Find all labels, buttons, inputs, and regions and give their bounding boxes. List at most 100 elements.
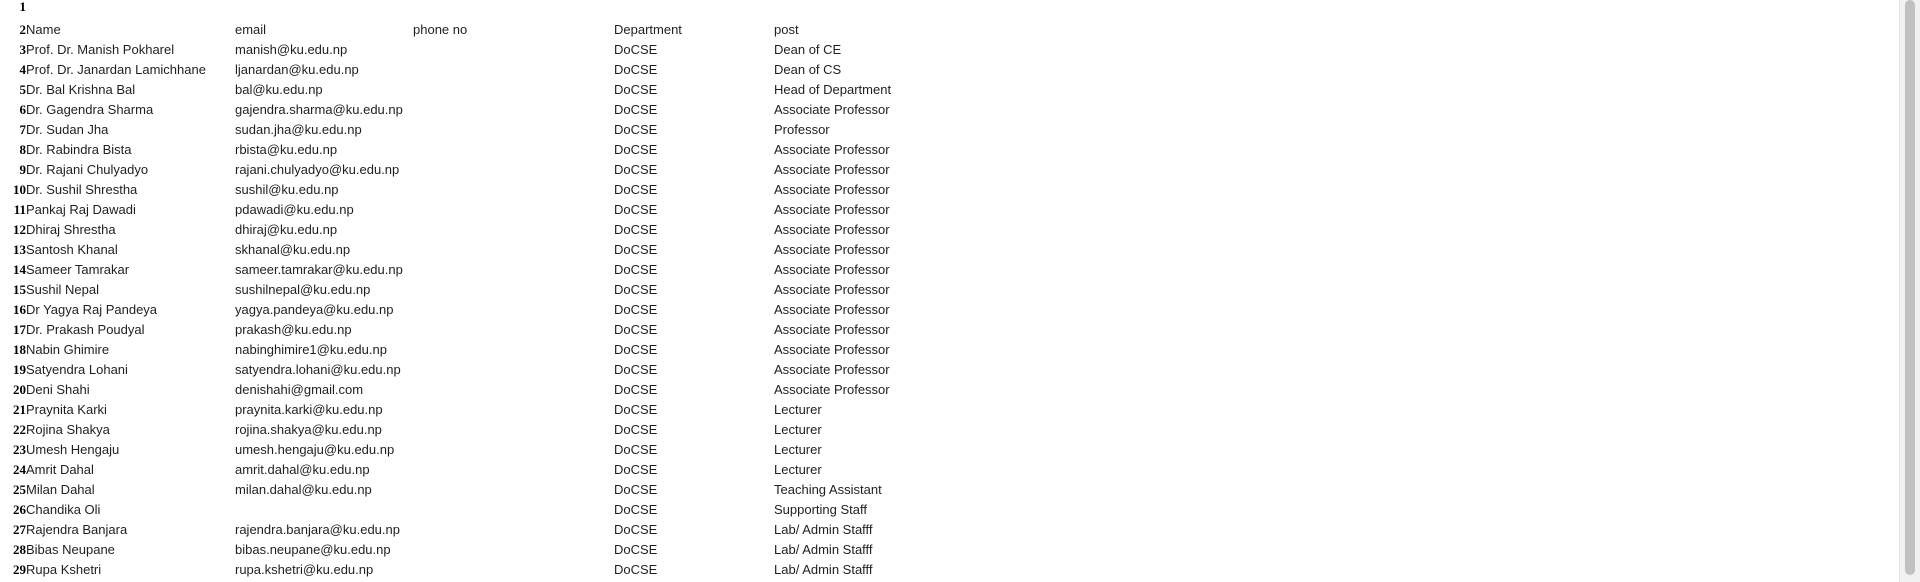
cell-department[interactable]: DoCSE [614, 320, 774, 340]
cell-phone[interactable] [413, 340, 614, 360]
cell-name[interactable]: Dr. Bal Krishna Bal [26, 80, 235, 100]
cell-post[interactable]: Associate Professor [774, 340, 1034, 360]
cell-post[interactable]: Associate Professor [774, 260, 1034, 280]
cell-department[interactable]: DoCSE [614, 520, 774, 540]
cell-department[interactable]: DoCSE [614, 500, 774, 520]
cell-post[interactable]: Associate Professor [774, 200, 1034, 220]
cell-post[interactable]: Associate Professor [774, 220, 1034, 240]
cell-post[interactable]: Dean of CE [774, 40, 1034, 60]
cell-post[interactable]: Lecturer [774, 460, 1034, 480]
cell-email[interactable] [235, 500, 413, 520]
cell-email[interactable]: umesh.hengaju@ku.edu.np [235, 440, 413, 460]
cell-phone[interactable] [413, 200, 614, 220]
cell-phone[interactable] [413, 100, 614, 120]
cell-email[interactable]: rajendra.banjara@ku.edu.np [235, 520, 413, 540]
cell-post[interactable]: Head of Department [774, 80, 1034, 100]
cell-department[interactable]: DoCSE [614, 380, 774, 400]
cell-phone[interactable] [413, 120, 614, 140]
cell-email[interactable]: dhiraj@ku.edu.np [235, 220, 413, 240]
cell-email[interactable]: yagya.pandeya@ku.edu.np [235, 300, 413, 320]
cell-email[interactable]: nabinghimire1@ku.edu.np [235, 340, 413, 360]
cell-post[interactable]: Associate Professor [774, 380, 1034, 400]
cell-email[interactable]: skhanal@ku.edu.np [235, 240, 413, 260]
cell-post[interactable]: Associate Professor [774, 140, 1034, 160]
cell-name[interactable]: Deni Shahi [26, 380, 235, 400]
cell-name[interactable]: Prof. Dr. Manish Pokharel [26, 40, 235, 60]
cell-name[interactable]: Bibas Neupane [26, 540, 235, 560]
cell-post[interactable]: Associate Professor [774, 180, 1034, 200]
cell-name[interactable]: Dr. Rajani Chulyadyo [26, 160, 235, 180]
cell-phone[interactable] [413, 500, 614, 520]
cell-phone[interactable] [413, 420, 614, 440]
cell-email[interactable]: praynita.karki@ku.edu.np [235, 400, 413, 420]
cell-email[interactable]: rajani.chulyadyo@ku.edu.np [235, 160, 413, 180]
cell-post[interactable]: Lab/ Admin Stafff [774, 540, 1034, 560]
vertical-scrollbar[interactable] [1899, 0, 1920, 582]
cell-phone[interactable] [413, 360, 614, 380]
cell-post[interactable]: Dean of CS [774, 60, 1034, 80]
cell-name[interactable]: Prof. Dr. Janardan Lamichhane [26, 60, 235, 80]
header-email[interactable]: email [235, 20, 413, 40]
cell-phone[interactable] [413, 180, 614, 200]
cell-name[interactable]: Milan Dahal [26, 480, 235, 500]
cell-email[interactable]: rbista@ku.edu.np [235, 140, 413, 160]
header-phone[interactable]: phone no [413, 20, 614, 40]
cell-name[interactable]: Chandika Oli [26, 500, 235, 520]
cell-name[interactable]: Rojina Shakya [26, 420, 235, 440]
cell-email[interactable]: rojina.shakya@ku.edu.np [235, 420, 413, 440]
cell-name[interactable]: Satyendra Lohani [26, 360, 235, 380]
cell-post[interactable]: Associate Professor [774, 100, 1034, 120]
cell-email[interactable]: prakash@ku.edu.np [235, 320, 413, 340]
cell-phone[interactable] [413, 220, 614, 240]
cell-post[interactable]: Lecturer [774, 440, 1034, 460]
cell-department[interactable]: DoCSE [614, 400, 774, 420]
cell-department[interactable]: DoCSE [614, 120, 774, 140]
cell-name[interactable]: Santosh Khanal [26, 240, 235, 260]
cell-department[interactable]: DoCSE [614, 160, 774, 180]
cell-name[interactable]: Rupa Kshetri [26, 560, 235, 580]
cell-department[interactable]: DoCSE [614, 560, 774, 580]
cell-department[interactable]: DoCSE [614, 440, 774, 460]
cell-department[interactable]: DoCSE [614, 300, 774, 320]
cell-name[interactable]: Dhiraj Shrestha [26, 220, 235, 240]
cell-name[interactable]: Dr. Sushil Shrestha [26, 180, 235, 200]
cell-post[interactable]: Associate Professor [774, 240, 1034, 260]
cell[interactable] [26, 0, 235, 20]
cell-department[interactable]: DoCSE [614, 100, 774, 120]
cell-email[interactable]: ljanardan@ku.edu.np [235, 60, 413, 80]
cell-email[interactable]: satyendra.lohani@ku.edu.np [235, 360, 413, 380]
cell-name[interactable]: Rajendra Banjara [26, 520, 235, 540]
cell-post[interactable]: Teaching Assistant [774, 480, 1034, 500]
cell-phone[interactable] [413, 480, 614, 500]
cell-department[interactable]: DoCSE [614, 360, 774, 380]
cell-email[interactable]: sushilnepal@ku.edu.np [235, 280, 413, 300]
cell-phone[interactable] [413, 60, 614, 80]
cell-email[interactable]: pdawadi@ku.edu.np [235, 200, 413, 220]
cell-phone[interactable] [413, 80, 614, 100]
cell-phone[interactable] [413, 320, 614, 340]
cell-post[interactable]: Associate Professor [774, 360, 1034, 380]
header-department[interactable]: Department [614, 20, 774, 40]
cell-email[interactable]: amrit.dahal@ku.edu.np [235, 460, 413, 480]
cell-post[interactable]: Lecturer [774, 400, 1034, 420]
cell-email[interactable]: sudan.jha@ku.edu.np [235, 120, 413, 140]
cell-name[interactable]: Umesh Hengaju [26, 440, 235, 460]
cell-post[interactable]: Lecturer [774, 420, 1034, 440]
cell-department[interactable]: DoCSE [614, 80, 774, 100]
cell-department[interactable]: DoCSE [614, 140, 774, 160]
cell-email[interactable]: manish@ku.edu.np [235, 40, 413, 60]
cell-phone[interactable] [413, 40, 614, 60]
cell[interactable] [413, 0, 614, 20]
cell-department[interactable]: DoCSE [614, 340, 774, 360]
cell-name[interactable]: Dr. Gagendra Sharma [26, 100, 235, 120]
cell-email[interactable]: denishahi@gmail.com [235, 380, 413, 400]
cell-name[interactable]: Pankaj Raj Dawadi [26, 200, 235, 220]
cell-phone[interactable] [413, 520, 614, 540]
cell-post[interactable]: Associate Professor [774, 280, 1034, 300]
cell[interactable] [614, 0, 774, 20]
cell-name[interactable]: Dr Yagya Raj Pandeya [26, 300, 235, 320]
cell-post[interactable]: Professor [774, 120, 1034, 140]
cell-name[interactable]: Amrit Dahal [26, 460, 235, 480]
cell-name[interactable]: Sameer Tamrakar [26, 260, 235, 280]
cell-name[interactable]: Dr. Prakash Poudyal [26, 320, 235, 340]
